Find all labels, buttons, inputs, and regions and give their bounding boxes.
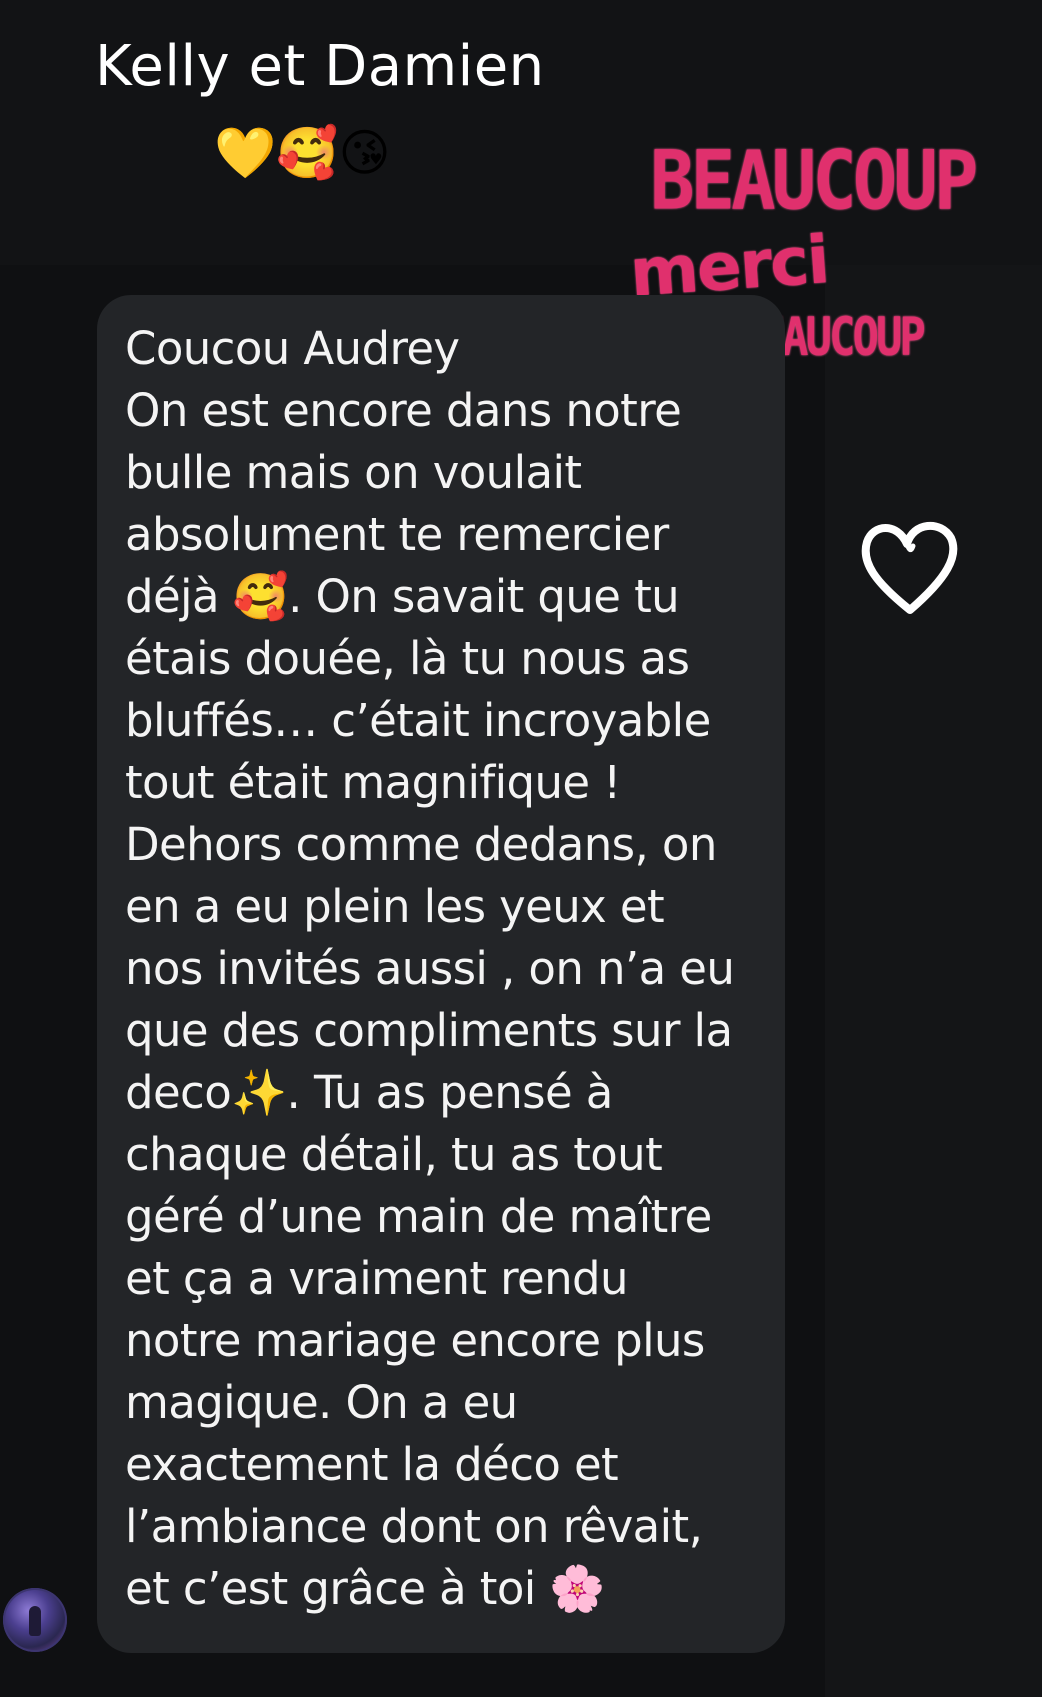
yellow-heart-icon: 💛 xyxy=(214,125,277,181)
sticker-beaucoup-top: BEAUCOUP xyxy=(650,133,978,229)
smiling-hearts-face-icon: 🥰 xyxy=(276,125,339,181)
chat-right-edge xyxy=(825,265,1042,1697)
kissing-face-icon: 😘 xyxy=(338,125,391,181)
avatar-icon[interactable] xyxy=(3,1588,67,1652)
story-caption-title: Kelly et Damien xyxy=(95,34,545,99)
story-caption-emojis: 💛 🥰 😘 xyxy=(214,118,391,188)
heart-outline-icon xyxy=(861,521,958,614)
message-text: Coucou Audrey On est encore dans notre b… xyxy=(125,322,735,1615)
avatar-figure xyxy=(29,1606,41,1636)
